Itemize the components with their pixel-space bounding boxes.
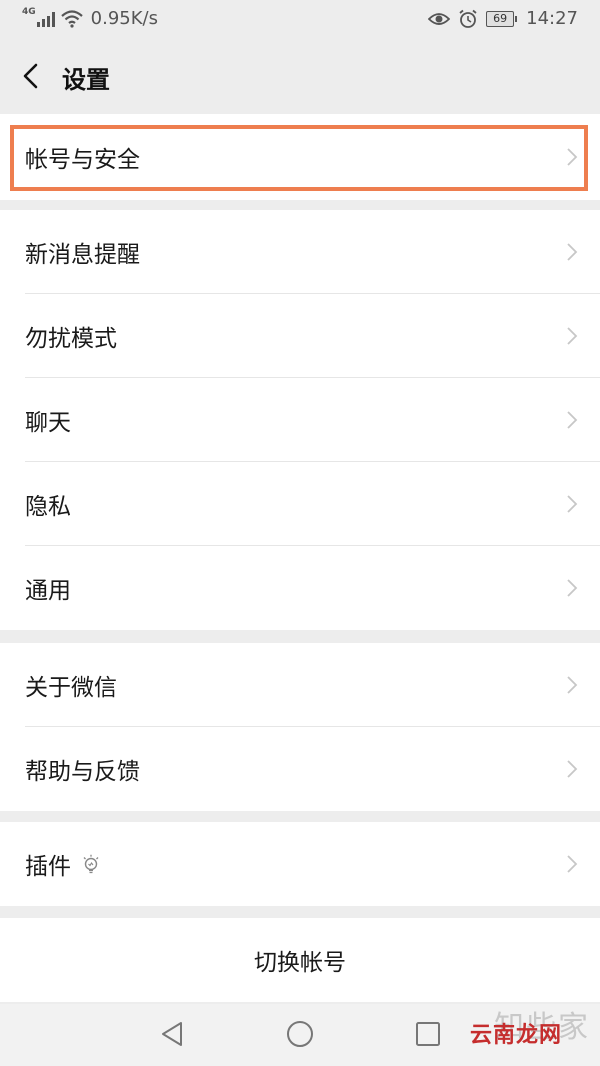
settings-item-label: 勿扰模式 xyxy=(25,326,117,352)
settings-item-label: 帐号与安全 xyxy=(25,147,140,173)
settings-item-plugins[interactable]: 插件 xyxy=(0,822,600,906)
settings-item-label: 插件 xyxy=(25,854,71,880)
settings-item-account-security[interactable]: 帐号与安全 xyxy=(0,114,600,200)
alarm-icon xyxy=(459,9,477,28)
settings-group-account: 帐号与安全 xyxy=(0,114,600,200)
back-arrow-icon[interactable] xyxy=(18,62,44,90)
chevron-right-icon xyxy=(567,243,578,261)
settings-item-about-wechat[interactable]: 关于微信 xyxy=(0,643,600,727)
settings-item-new-message[interactable]: 新消息提醒 xyxy=(0,210,600,294)
settings-item-chat[interactable]: 聊天 xyxy=(0,378,600,462)
home-circle-icon[interactable] xyxy=(285,1019,315,1049)
network-type: 4G xyxy=(22,6,36,17)
switch-account-button[interactable]: 切换帐号 xyxy=(0,918,600,1002)
status-time: 14:27 xyxy=(526,8,578,29)
recent-square-icon[interactable] xyxy=(413,1019,443,1049)
chevron-right-icon xyxy=(567,411,578,429)
chevron-right-icon xyxy=(567,760,578,778)
chevron-right-icon xyxy=(567,855,578,873)
network-speed: 0.95K/s xyxy=(90,8,158,29)
settings-item-help-feedback[interactable]: 帮助与反馈 xyxy=(0,727,600,811)
status-bar: 4G 0.95K/s 69 14:27 xyxy=(0,0,600,40)
eye-icon xyxy=(428,12,451,25)
settings-item-label: 新消息提醒 xyxy=(25,242,140,268)
chevron-right-icon xyxy=(567,148,578,166)
bulb-icon xyxy=(83,854,99,874)
signal-icon xyxy=(36,11,55,27)
settings-item-label: 通用 xyxy=(25,578,71,604)
settings-group-about: 关于微信 帮助与反馈 xyxy=(0,643,600,811)
settings-group-plugins: 插件 xyxy=(0,822,600,906)
battery-icon: 69 xyxy=(486,10,518,27)
chevron-right-icon xyxy=(567,327,578,345)
back-triangle-icon[interactable] xyxy=(157,1019,187,1049)
settings-item-general[interactable]: 通用 xyxy=(0,546,600,630)
page-title: 设置 xyxy=(62,66,110,94)
settings-item-label: 隐私 xyxy=(25,494,71,520)
settings-item-label: 帮助与反馈 xyxy=(25,759,140,785)
watermark: 云南龙网 xyxy=(469,1023,562,1048)
switch-account-label: 切换帐号 xyxy=(254,950,346,976)
settings-group-main: 新消息提醒 勿扰模式 聊天 隐私 通用 xyxy=(0,210,600,630)
wifi-icon xyxy=(60,9,83,28)
settings-item-do-not-disturb[interactable]: 勿扰模式 xyxy=(0,294,600,378)
settings-item-label: 关于微信 xyxy=(25,675,117,701)
settings-item-privacy[interactable]: 隐私 xyxy=(0,462,600,546)
chevron-right-icon xyxy=(567,676,578,694)
chevron-right-icon xyxy=(567,579,578,597)
settings-item-label: 聊天 xyxy=(25,410,71,436)
chevron-right-icon xyxy=(567,495,578,513)
header: 设置 xyxy=(0,40,600,112)
